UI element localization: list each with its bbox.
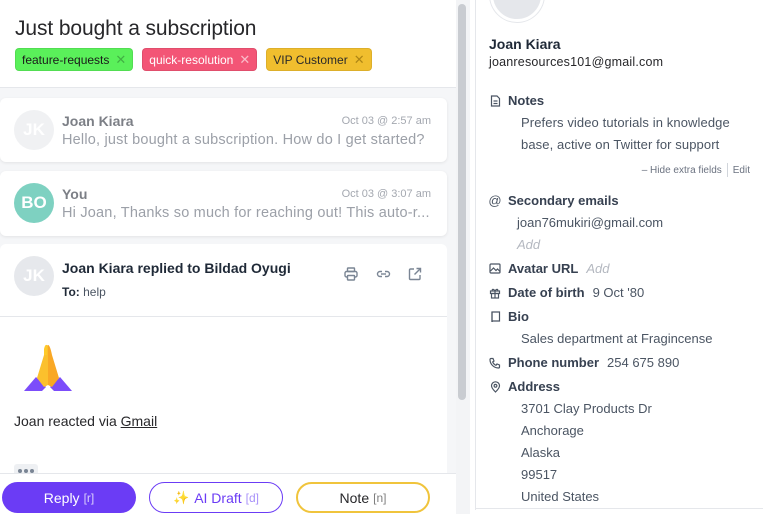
scrollbar-thumb[interactable] [458, 4, 466, 400]
to-label: To: [62, 285, 80, 299]
sparkles-icon: ✨ [173, 489, 190, 505]
to-value: help [83, 285, 106, 299]
book-icon [489, 310, 501, 323]
note-button[interactable]: Note [n] [296, 482, 430, 513]
message-preview: Hi Joan, Thanks so much for reaching out… [62, 205, 430, 221]
location-pin-icon [489, 380, 501, 393]
address-label: Address [508, 379, 561, 394]
avatar-url-label: Avatar URL [508, 261, 579, 276]
composer-bar: Reply [r] ✨ AI Draft [d] Note [n] [0, 473, 456, 514]
message-actions [343, 266, 423, 282]
notes-field-label: Notes [489, 93, 544, 108]
message-sender: Joan Kiara [62, 113, 134, 129]
address-line[interactable]: Alaska [521, 445, 560, 460]
gift-icon [489, 287, 501, 299]
bio-value[interactable]: Sales department at Fragincense [521, 331, 713, 346]
contact-email[interactable]: joanresources101@gmail.com [489, 55, 663, 69]
tag-label: VIP Customer [273, 52, 348, 67]
sidebar-divider [476, 508, 763, 509]
separator [726, 163, 728, 177]
folded-hands-emoji [20, 341, 76, 393]
tag-quick-resolution[interactable]: quick-resolution ✕ [142, 48, 258, 71]
message-item[interactable]: BO You Oct 03 @ 3:07 am Hi Joan, Thanks … [0, 171, 447, 236]
phone-icon [489, 357, 501, 369]
reply-label: Reply [43, 489, 80, 506]
note-label: Note [339, 489, 370, 506]
contact-name: Joan Kiara [489, 36, 561, 52]
bio-field: Bio [489, 309, 529, 324]
reaction-text: Joan reacted via Gmail [14, 413, 157, 429]
remove-tag-icon[interactable]: ✕ [354, 52, 365, 68]
date-of-birth-field: Date of birth 9 Oct '80 [489, 285, 644, 300]
phone-number-value[interactable]: 254 675 890 [607, 355, 679, 370]
message-sender: You [62, 186, 88, 202]
tag-feature-requests[interactable]: feature-requests ✕ [15, 48, 134, 71]
address-line[interactable]: 99517 [521, 467, 557, 482]
add-secondary-email-link[interactable]: Add [517, 237, 540, 252]
contact-avatar [490, 0, 544, 22]
secondary-email-value[interactable]: joan76mukiri@gmail.com [517, 215, 663, 230]
message-recipient: To: help [62, 285, 106, 299]
message-title: Joan Kiara replied to Bildad Oyugi [62, 260, 291, 276]
at-sign-icon: @ [488, 193, 502, 208]
message-preview: Hello, just bought a subscription. How d… [62, 132, 425, 148]
external-link-icon[interactable] [407, 266, 423, 282]
remove-tag-icon[interactable]: ✕ [115, 52, 126, 68]
printer-icon[interactable] [343, 266, 359, 282]
ai-draft-label: AI Draft [194, 489, 242, 506]
address-line[interactable]: Anchorage [521, 423, 584, 438]
reply-button[interactable]: Reply [r] [2, 482, 136, 513]
tag-vip-customer[interactable]: VIP Customer ✕ [266, 48, 372, 71]
tag-list: feature-requests ✕ quick-resolution ✕ VI… [15, 48, 372, 71]
contact-sidebar: Joan Kiara joanresources101@gmail.com No… [476, 0, 763, 514]
gmail-link[interactable]: Gmail [121, 413, 158, 429]
conversation-title: Just bought a subscription [15, 17, 257, 40]
image-icon [489, 263, 501, 275]
notes-value[interactable]: Prefers video tutorials in knowledge bas… [521, 112, 761, 156]
tag-label: quick-resolution [149, 52, 234, 67]
hide-extra-fields-link[interactable]: – Hide extra fields [642, 165, 722, 176]
edit-link[interactable]: Edit [733, 165, 750, 176]
link-icon[interactable] [375, 266, 391, 282]
tag-label: feature-requests [22, 52, 110, 67]
reply-shortcut: [r] [83, 490, 95, 505]
phone-number-field: Phone number 254 675 890 [489, 355, 679, 370]
notes-actions: – Hide extra fields Edit [642, 163, 750, 177]
message-time: Oct 03 @ 3:07 am [341, 188, 431, 200]
note-shortcut: [n] [373, 490, 387, 505]
ai-draft-button[interactable]: ✨ AI Draft [d] [149, 482, 283, 513]
secondary-emails-label: Secondary emails [508, 193, 619, 208]
avatar: BO [14, 183, 54, 223]
bio-label: Bio [508, 309, 529, 324]
conversation-pane: Just bought a subscription feature-reque… [0, 0, 456, 514]
avatar: JK [14, 110, 54, 150]
message-time: Oct 03 @ 2:57 am [341, 115, 431, 127]
date-of-birth-value[interactable]: 9 Oct '80 [593, 285, 645, 300]
conversation-header: Just bought a subscription feature-reque… [0, 0, 456, 88]
address-line[interactable]: United States [521, 489, 599, 504]
expanded-message: JK Joan Kiara replied to Bildad Oyugi To… [0, 244, 447, 484]
date-of-birth-label: Date of birth [508, 285, 585, 300]
avatar-url-field: Avatar URL Add [489, 261, 609, 276]
address-field: Address [489, 379, 560, 394]
remove-tag-icon[interactable]: ✕ [239, 52, 250, 68]
message-item[interactable]: JK Joan Kiara Oct 03 @ 2:57 am Hello, ju… [0, 98, 447, 162]
conversation-scrollbar[interactable] [456, 0, 470, 514]
address-line[interactable]: 3701 Clay Products Dr [521, 401, 652, 416]
secondary-emails-field: @ Secondary emails [488, 193, 619, 208]
document-icon [489, 94, 501, 107]
phone-number-label: Phone number [508, 355, 600, 370]
reaction-description: Joan reacted via [14, 413, 121, 429]
add-avatar-url-link[interactable]: Add [586, 261, 609, 276]
ai-draft-shortcut: [d] [245, 490, 259, 505]
avatar: JK [14, 256, 54, 296]
notes-label: Notes [508, 93, 545, 108]
message-header: JK Joan Kiara replied to Bildad Oyugi To… [0, 244, 447, 317]
